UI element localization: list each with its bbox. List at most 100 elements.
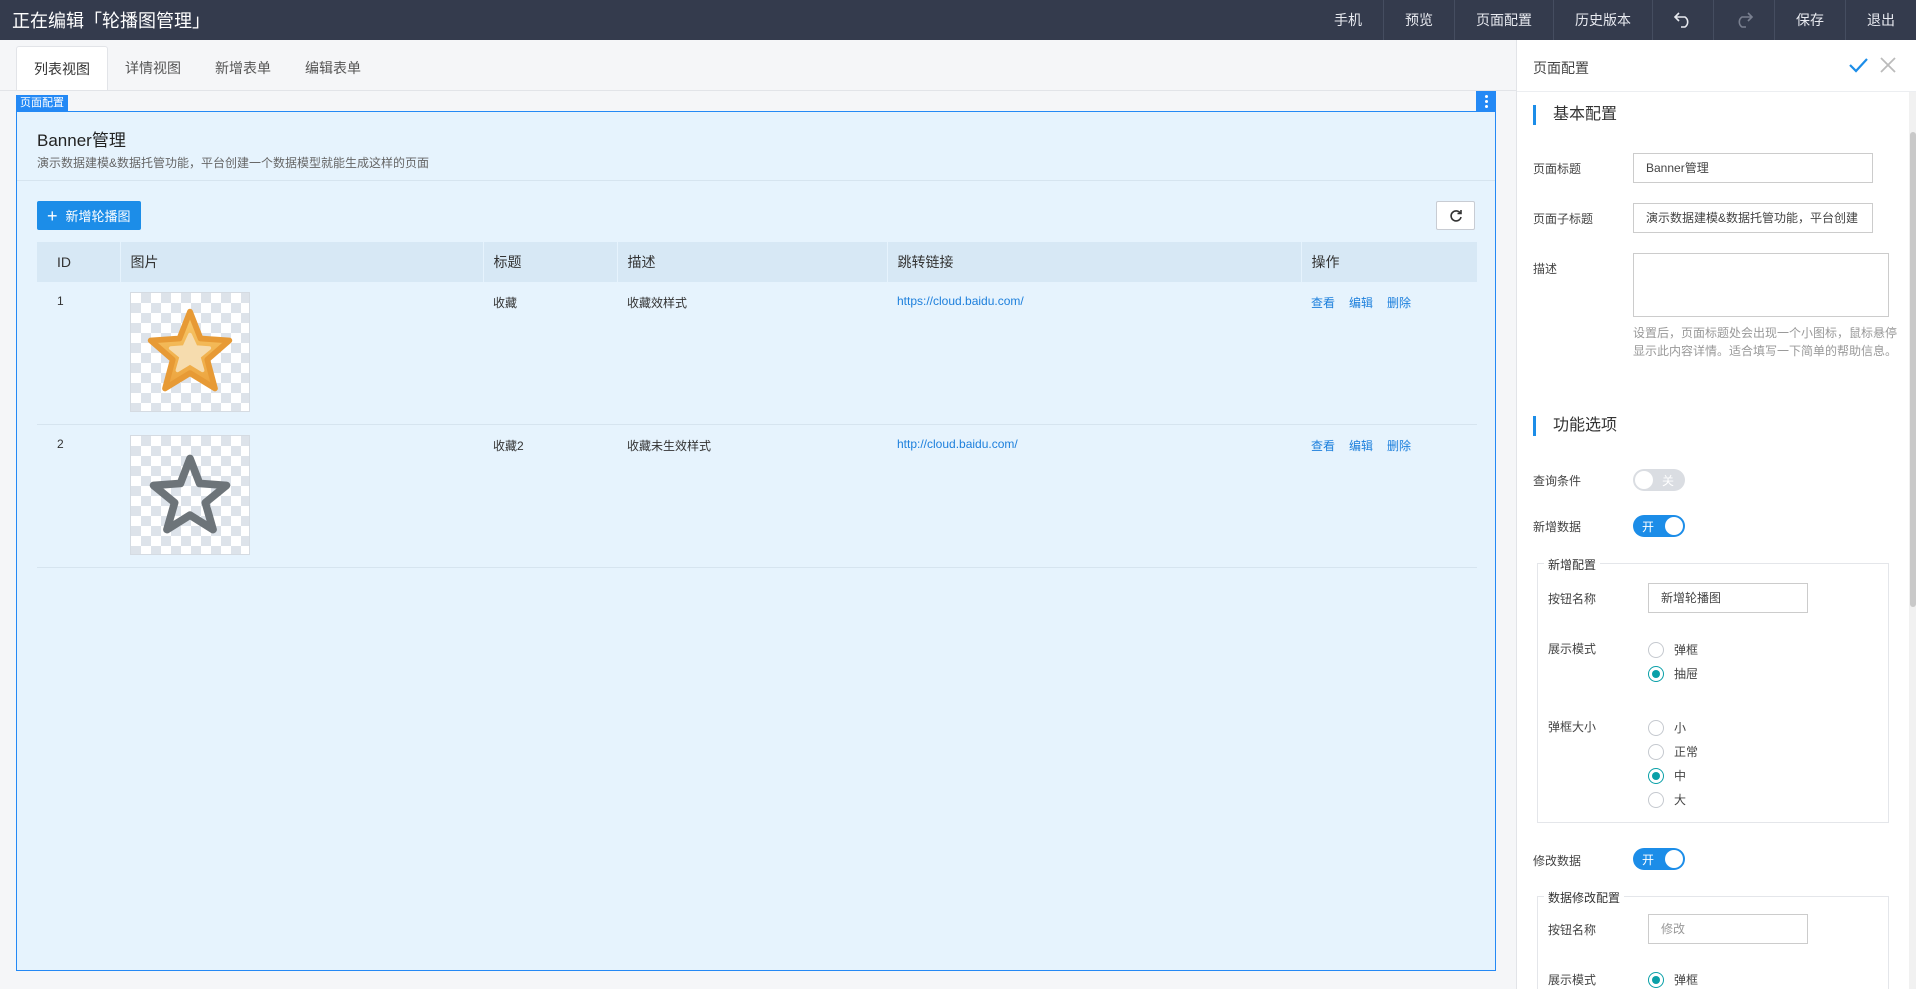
view-tabs: 列表视图 详情视图 新增表单 编辑表单 [16,46,378,90]
table-row: 1 收藏 收藏效样式 https://cloud.baidu.com/ 查看 编… [37,282,1477,425]
row-desc: 收藏效样式 [617,282,887,425]
edit-config-group: 数据修改配置 按钮名称 修改 展示模式 弹框 [1537,889,1889,989]
feature-options-heading: 功能选项 [1533,416,1617,436]
config-more-button[interactable] [1476,91,1496,111]
add-config-legend: 新增配置 [1544,556,1601,573]
radio-mode-dialog[interactable]: 弹框 [1648,641,1698,658]
row-title: 收藏 [483,282,617,425]
add-display-mode-label: 展示模式 [1548,642,1597,656]
edit-button-name-label: 按钮名称 [1548,923,1597,937]
row-image[interactable] [130,292,250,412]
dialog-size-label: 弹框大小 [1548,720,1597,734]
tab-edit-form[interactable]: 编辑表单 [288,46,378,90]
page-config-tag[interactable]: 页面配置 [16,95,68,111]
col-title[interactable]: 标题 [483,242,618,282]
row-id: 2 [37,424,120,568]
radio-circle [1648,719,1664,736]
radio-size-medium[interactable]: 中 [1648,767,1686,784]
delete-button[interactable]: 删除 [1387,296,1411,310]
tab-list-view[interactable]: 列表视图 [16,46,108,90]
edit-display-mode-label: 展示模式 [1548,973,1597,987]
close-button[interactable] [1877,54,1899,81]
undo-icon [1673,12,1689,28]
edit-data-toggle[interactable]: 开 [1633,848,1685,870]
query-toggle[interactable]: 关 [1633,469,1685,491]
star-filled-icon [147,308,233,392]
edit-button[interactable]: 编辑 [1349,439,1373,453]
query-label: 查询条件 [1533,474,1582,488]
desc-help-text: 设置后，页面标题处会出现一个小图标，鼠标悬停显示此内容详情。适合填写一下简单的帮… [1633,326,1898,358]
radio-label: 抽屉 [1674,667,1699,681]
radio-circle [1648,767,1664,784]
radio-label: 中 [1674,769,1687,783]
view-button[interactable]: 查看 [1311,296,1335,310]
config-panel: 页面配置 基本配置 页面标题 Banner管理 页面子标题 演示数据建模&数据托… [1516,40,1916,989]
page-subtitle: 演示数据建模&数据托管功能，平台创建一个数据模型就能生成这样的页面 [37,156,430,170]
add-banner-button[interactable]: + 新增轮播图 [37,201,141,230]
exit-button[interactable]: 退出 [1845,0,1916,40]
radio-label: 小 [1674,721,1687,735]
radio-edit-mode-dialog[interactable]: 弹框 [1648,971,1698,988]
confirm-button[interactable] [1847,54,1869,81]
desc-textarea[interactable] [1633,253,1889,317]
radio-circle [1648,665,1664,682]
add-button-name-input[interactable]: 新增轮播图 [1648,583,1808,613]
col-link[interactable]: 跳转链接 [887,242,1302,282]
toggle-knob [1665,850,1683,868]
col-id[interactable]: ID [37,242,121,282]
radio-mode-drawer[interactable]: 抽屉 [1648,665,1698,682]
add-button-name-label: 按钮名称 [1548,592,1597,606]
row-image-cell [120,424,483,568]
delete-button[interactable]: 删除 [1387,439,1411,453]
page-subtitle-input[interactable]: 演示数据建模&数据托管功能，平台创建 [1633,203,1873,233]
radio-label: 弹框 [1674,973,1699,987]
query-toggle-text: 关 [1662,474,1675,488]
edit-button-name-input[interactable]: 修改 [1648,914,1808,944]
radio-label: 正常 [1674,745,1699,759]
phone-button[interactable]: 手机 [1313,0,1383,40]
page-config-button[interactable]: 页面配置 [1454,0,1553,40]
tab-detail-view[interactable]: 详情视图 [108,46,198,90]
col-image[interactable]: 图片 [120,242,484,282]
row-id: 1 [37,282,120,425]
col-actions[interactable]: 操作 [1301,242,1477,282]
row-title: 收藏2 [483,424,617,568]
history-button[interactable]: 历史版本 [1553,0,1652,40]
row-link[interactable]: http://cloud.baidu.com/ [897,437,1018,451]
page-subtitle-label: 页面子标题 [1533,212,1594,226]
save-button[interactable]: 保存 [1774,0,1845,40]
plus-icon: + [47,205,58,226]
header-divider [17,180,1495,181]
redo-icon [1738,12,1754,28]
row-link[interactable]: https://cloud.baidu.com/ [897,294,1024,308]
basic-config-heading: 基本配置 [1533,105,1617,125]
radio-size-small[interactable]: 小 [1648,719,1686,736]
scrollbar-thumb[interactable] [1910,132,1916,607]
row-image[interactable] [130,435,250,555]
page-title-label: 页面标题 [1533,162,1582,176]
editor-title: 正在编辑「轮播图管理」 [12,11,210,31]
preview-button[interactable]: 预览 [1383,0,1454,40]
page-title: Banner管理 [37,131,126,150]
star-outline-icon [149,454,231,534]
radio-label: 弹框 [1674,643,1699,657]
redo-button[interactable] [1713,0,1774,40]
tab-add-form[interactable]: 新增表单 [198,46,288,90]
radio-circle [1648,641,1664,658]
add-toggle-text: 开 [1642,520,1655,534]
refresh-button[interactable] [1436,201,1475,230]
page-title-input[interactable]: Banner管理 [1633,153,1873,183]
page-config-region[interactable]: Banner管理 演示数据建模&数据托管功能，平台创建一个数据模型就能生成这样的… [16,111,1496,971]
toggle-knob [1665,517,1683,535]
panel-scrollbar[interactable] [1909,92,1916,989]
edit-button[interactable]: 编辑 [1349,296,1373,310]
check-icon [1849,58,1868,73]
row-desc: 收藏未生效样式 [617,424,887,568]
radio-size-large[interactable]: 大 [1648,791,1686,808]
col-desc[interactable]: 描述 [617,242,888,282]
view-button[interactable]: 查看 [1311,439,1335,453]
radio-circle [1648,971,1664,988]
add-data-toggle[interactable]: 开 [1633,515,1685,537]
radio-size-normal[interactable]: 正常 [1648,743,1698,760]
undo-button[interactable] [1652,0,1713,40]
